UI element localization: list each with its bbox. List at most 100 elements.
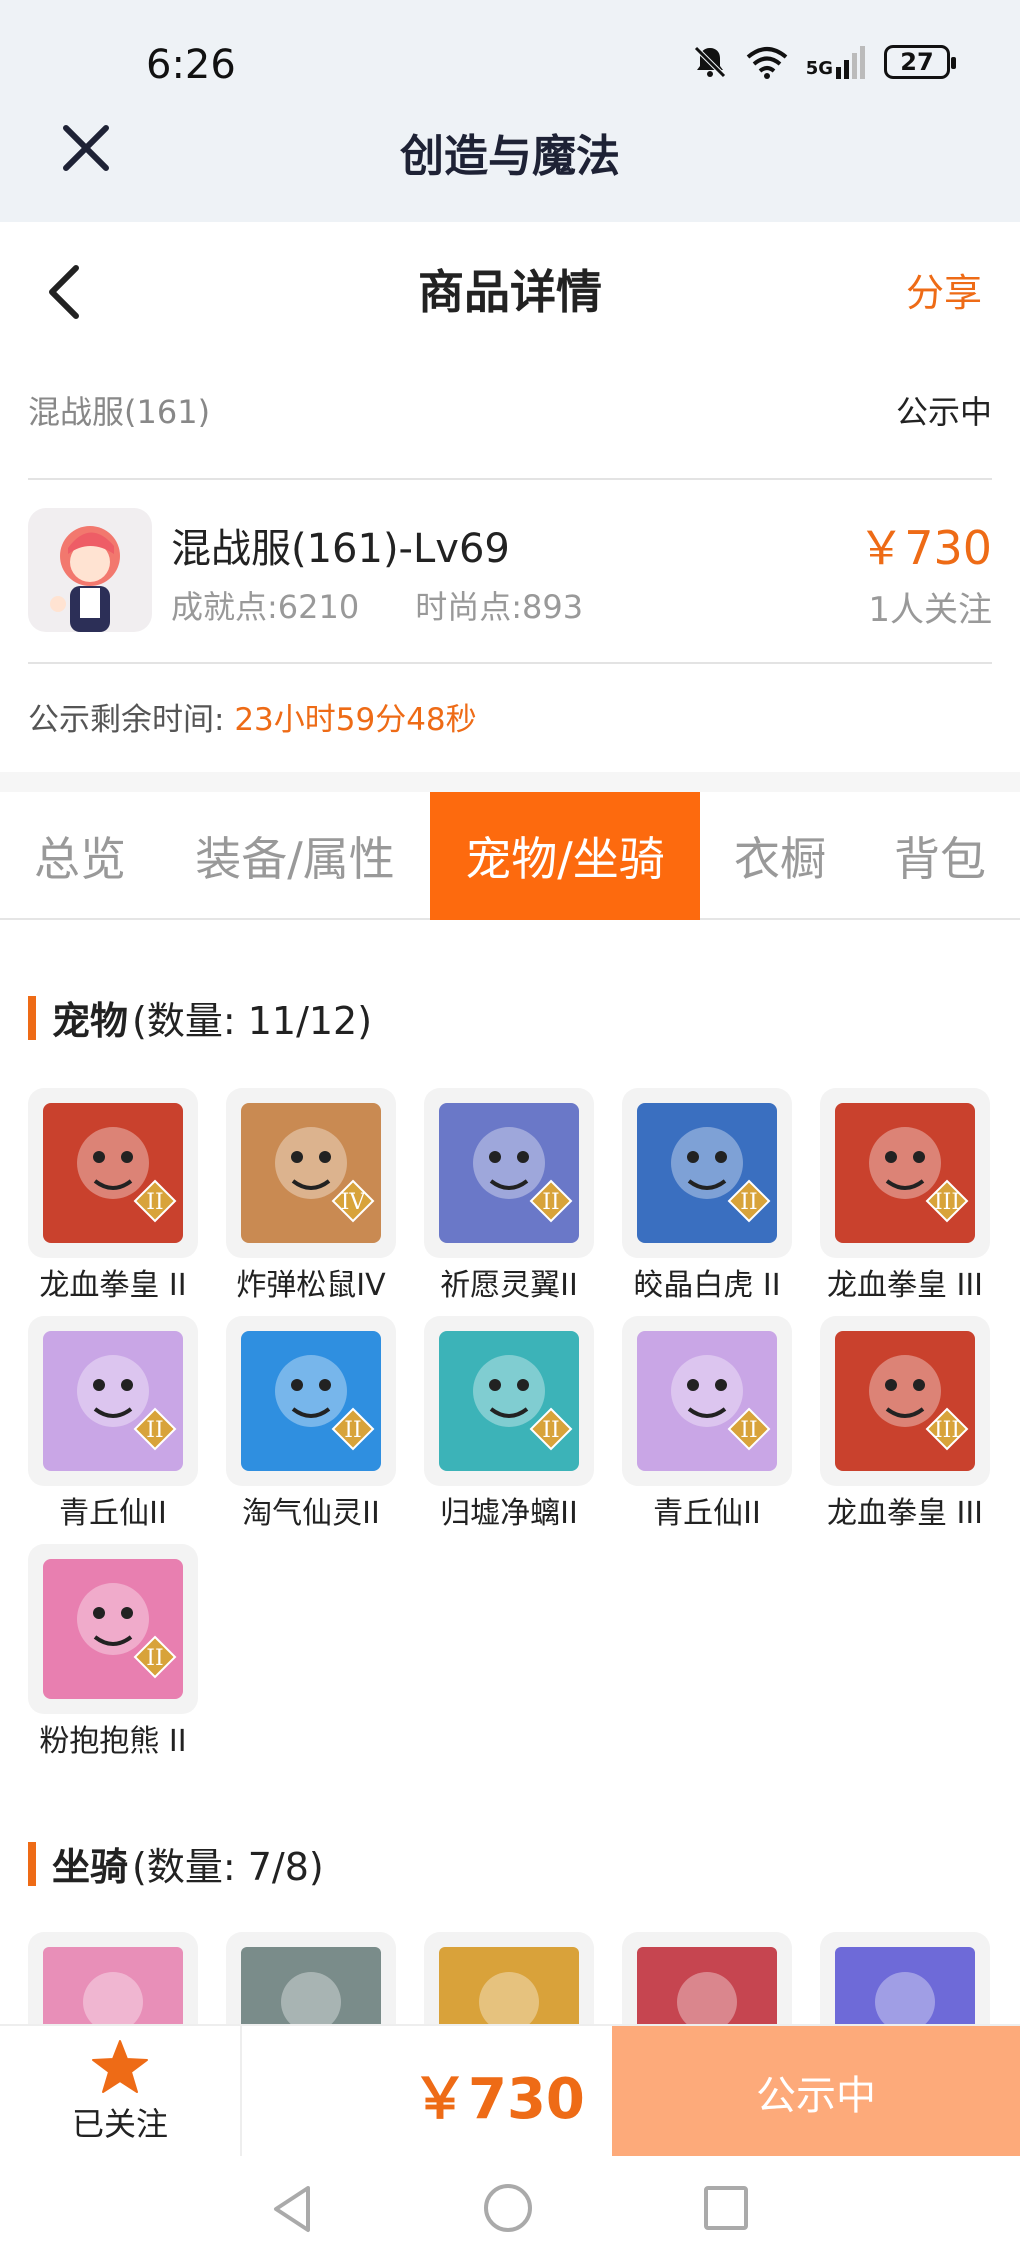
- mounts-title: 坐骑: [52, 1845, 129, 1889]
- app-title: 创造与魔法: [400, 131, 620, 182]
- pet-card[interactable]: II 皎晶白虎 II: [622, 1088, 792, 1308]
- mount-image: [43, 1947, 183, 2032]
- pet-card[interactable]: II 龙血拳皇 II: [28, 1088, 198, 1308]
- mount-image: [241, 1947, 381, 2032]
- system-nav-bar: [0, 2156, 1020, 2267]
- publicity-status: 公示中: [895, 393, 992, 431]
- status-time: 6:26: [146, 42, 236, 88]
- tab-wardrobe[interactable]: 衣橱: [700, 792, 860, 920]
- battery-indicator: 27: [884, 45, 956, 79]
- mount-card[interactable]: [28, 1932, 198, 2032]
- pet-tier-badge: II: [542, 1418, 559, 1443]
- item-name: 混战服(161)-Lv69: [171, 526, 510, 572]
- share-button[interactable]: 分享: [906, 262, 982, 317]
- mounts-row: [28, 1932, 992, 2032]
- pet-name: 淘气仙灵II: [242, 1496, 380, 1531]
- mounts-count: (数量: 7/8): [132, 1845, 324, 1889]
- pet-image: III: [820, 1316, 990, 1486]
- fashion-points: 时尚点:893: [415, 588, 584, 626]
- mounts-section-title: 坐骑 (数量: 7/8): [28, 1836, 324, 1891]
- publicity-action-button[interactable]: 公示中: [612, 2026, 1020, 2158]
- pets-section-title: 宠物 (数量: 11/12): [28, 990, 372, 1045]
- pet-image: II: [424, 1316, 594, 1486]
- detail-tabs: 总览 装备/属性 宠物/坐骑 衣橱 背包: [0, 792, 1020, 920]
- pet-name: 皎晶白虎 II: [633, 1268, 781, 1303]
- pet-tier-badge: II: [344, 1418, 361, 1443]
- mount-image: [439, 1947, 579, 2032]
- pet-image: IV: [226, 1088, 396, 1258]
- mount-card[interactable]: [820, 1932, 990, 2032]
- mount-card[interactable]: [226, 1932, 396, 2032]
- pet-name: 青丘仙II: [653, 1496, 761, 1531]
- nav-back-icon[interactable]: [268, 2184, 318, 2234]
- server-name: 混战服(161): [28, 393, 211, 431]
- pet-image: II: [28, 1544, 198, 1714]
- item-card[interactable]: 混战服(161)-Lv69 成就点:6210 时尚点:893 ￥730 1人关注: [28, 508, 992, 638]
- pet-image: II: [226, 1316, 396, 1486]
- achievement-points: 成就点:6210: [171, 588, 360, 626]
- pet-name: 粉抱抱熊 II: [39, 1724, 187, 1759]
- pets-title: 宠物: [52, 999, 129, 1043]
- follower-count: 1人关注: [868, 590, 992, 630]
- nav-recent-icon[interactable]: [704, 2186, 748, 2230]
- pet-card[interactable]: II 青丘仙II: [622, 1316, 792, 1536]
- pet-card[interactable]: II 淘气仙灵II: [226, 1316, 396, 1536]
- section-gap: [0, 772, 1020, 792]
- pets-grid: II 龙血拳皇 II IV 炸弹松鼠IV II 祈愿灵翼II II 皎晶白虎 II III 龙血拳…: [28, 1088, 992, 1764]
- pet-card[interactable]: III 龙血拳皇 III: [820, 1316, 990, 1536]
- pet-name: 炸弹松鼠IV: [236, 1268, 386, 1303]
- section-accent-bar: [28, 1841, 36, 1886]
- wifi-icon: [746, 47, 787, 79]
- pet-image: III: [820, 1088, 990, 1258]
- pet-tier-badge: III: [934, 1190, 960, 1215]
- mount-card[interactable]: [622, 1932, 792, 2032]
- pet-image: II: [424, 1088, 594, 1258]
- nav-home-icon[interactable]: [484, 2184, 532, 2232]
- countdown-label: 公示剩余时间:: [28, 702, 225, 738]
- pet-card[interactable]: II 祈愿灵翼II: [424, 1088, 594, 1308]
- bell-muted-icon: [693, 46, 726, 78]
- mount-image: [637, 1947, 777, 2032]
- divider: [28, 478, 992, 480]
- item-price: ￥730: [858, 521, 992, 575]
- network-type: 5G: [805, 58, 833, 79]
- section-accent-bar: [28, 995, 36, 1040]
- pet-tier-badge: II: [146, 1646, 163, 1671]
- pet-tier-badge: II: [740, 1418, 757, 1443]
- character-avatar: [28, 508, 152, 632]
- pet-tier-badge: II: [146, 1418, 163, 1443]
- pet-card[interactable]: II 粉抱抱熊 II: [28, 1544, 198, 1764]
- tab-equipment[interactable]: 装备/属性: [160, 792, 430, 920]
- follow-label: 已关注: [71, 2105, 168, 2143]
- app-top-bar: 6:26 5G 27 创造与魔法: [0, 0, 1020, 222]
- tab-pets-mounts[interactable]: 宠物/坐骑: [430, 792, 700, 920]
- pet-name: 青丘仙II: [59, 1496, 167, 1531]
- countdown-row: 公示剩余时间: 23小时59分48秒: [28, 694, 477, 739]
- pet-card[interactable]: II 青丘仙II: [28, 1316, 198, 1536]
- pet-image: II: [28, 1316, 198, 1486]
- pet-name: 龙血拳皇 III: [826, 1268, 984, 1303]
- pet-image: II: [622, 1088, 792, 1258]
- mount-card[interactable]: [424, 1932, 594, 2032]
- pet-card[interactable]: IV 炸弹松鼠IV: [226, 1088, 396, 1308]
- pet-card[interactable]: III 龙血拳皇 III: [820, 1088, 990, 1308]
- pet-tier-badge: III: [934, 1418, 960, 1443]
- pet-tier-badge: II: [146, 1190, 163, 1215]
- pet-card[interactable]: II 归墟净螭II: [424, 1316, 594, 1536]
- divider: [28, 662, 992, 664]
- page-header: 商品详情 分享: [0, 222, 1020, 350]
- pet-name: 祈愿灵翼II: [440, 1268, 578, 1303]
- page-title: 商品详情: [418, 265, 602, 319]
- item-meta: 成就点:6210 时尚点:893: [171, 582, 583, 628]
- pet-name: 归墟净螭II: [440, 1496, 578, 1531]
- follow-button[interactable]: 已关注: [0, 2026, 242, 2158]
- bottom-price: ￥730: [412, 2067, 585, 2132]
- server-row: 混战服(161) 公示中: [28, 380, 992, 440]
- pet-tier-badge: II: [740, 1190, 757, 1215]
- bottom-action-bar: 已关注 ￥730 公示中: [0, 2024, 1020, 2158]
- signal-icon: [836, 46, 865, 79]
- pet-tier-badge: II: [542, 1190, 559, 1215]
- tab-backpack[interactable]: 背包: [860, 792, 1020, 920]
- star-icon: [92, 2040, 148, 2093]
- tab-overview[interactable]: 总览: [0, 792, 160, 920]
